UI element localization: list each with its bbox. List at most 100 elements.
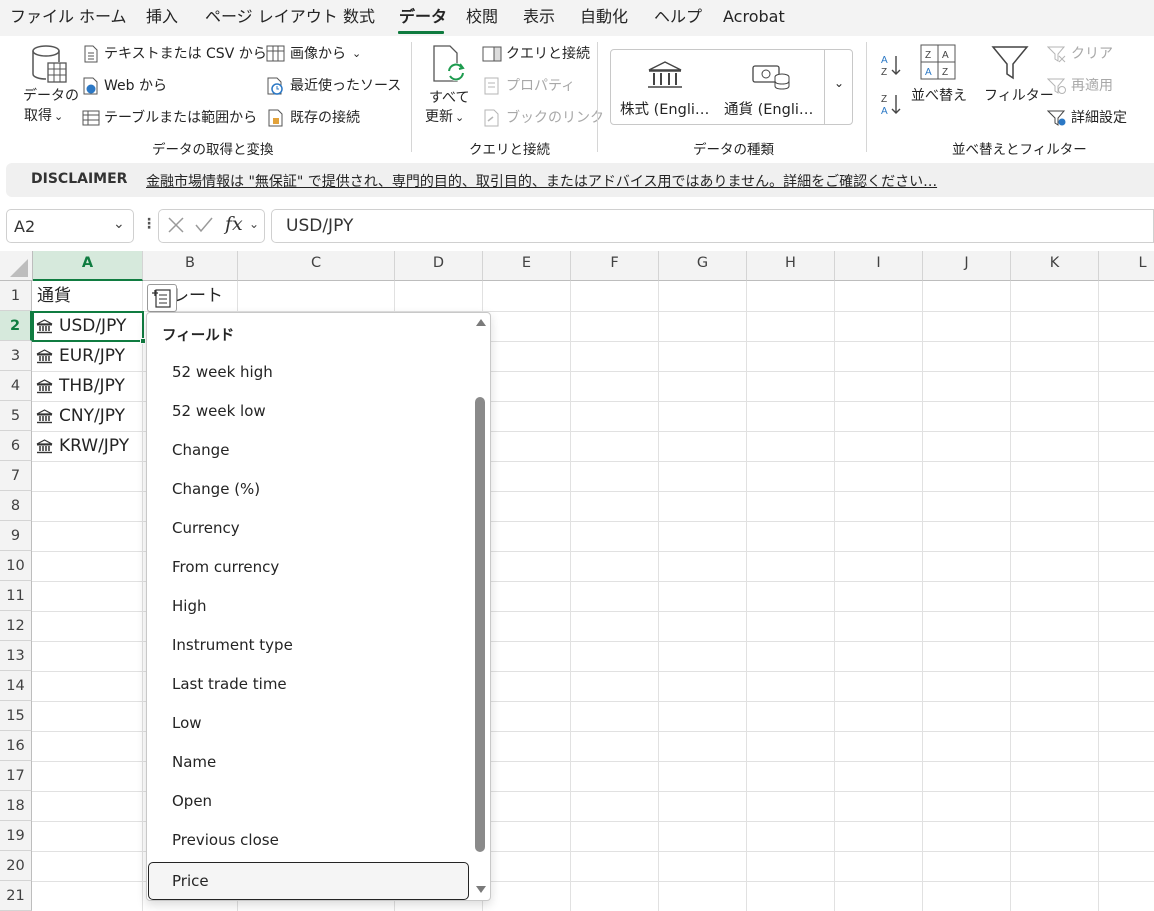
sort-ascending-button[interactable]: AZ [879,52,905,78]
cell-a3[interactable]: EUR/JPY [36,341,125,371]
tab-review[interactable]: 校閲 [466,6,498,28]
reapply-button[interactable]: 再適用 [1047,77,1113,95]
column-header-b[interactable]: B [143,251,238,281]
tab-page-layout[interactable]: ページ レイアウト [205,6,338,28]
column-header-f[interactable]: F [571,251,659,281]
row-header-12[interactable]: 12 [0,611,32,641]
tab-data[interactable]: データ [399,6,447,28]
insert-data-button[interactable] [147,284,177,312]
row-header-19[interactable]: 19 [0,821,32,851]
row-header-15[interactable]: 15 [0,701,32,731]
cell-b1[interactable]: レート [172,281,223,311]
row-header-14[interactable]: 14 [0,671,32,701]
tab-formulas[interactable]: 数式 [343,6,375,28]
formula-input[interactable]: USD/JPY [271,209,1154,243]
row-header-4[interactable]: 4 [0,371,32,401]
recent-sources-button[interactable]: 最近使ったソース [266,77,401,95]
field-option[interactable]: Low [172,713,202,733]
column-header-k[interactable]: K [1011,251,1099,281]
tab-automate[interactable]: 自動化 [580,6,628,28]
scroll-down-arrow-icon[interactable] [475,885,487,895]
column-header-j[interactable]: J [923,251,1011,281]
data-types-more-button[interactable]: ⌄ [824,50,853,124]
column-header-d[interactable]: D [395,251,483,281]
chevron-down-icon[interactable]: ⌄ [113,216,125,232]
advanced-filter-button[interactable]: 詳細設定 [1047,109,1127,127]
get-data-button[interactable]: データの 取得 ⌄ [18,44,79,126]
row-header-18[interactable]: 18 [0,791,32,821]
properties-button[interactable]: プロパティ [482,77,575,95]
field-option[interactable]: Last trade time [172,674,287,694]
cell-a2[interactable]: USD/JPY [36,311,126,341]
enter-icon[interactable] [194,215,214,235]
column-header-i[interactable]: I [835,251,923,281]
sort-button[interactable]: ZAAZ 並べ替え [908,44,968,110]
row-header-1[interactable]: 1 [0,281,32,311]
insert-function-icon[interactable]: fx [225,213,243,235]
row-header-2[interactable]: 2 [0,311,32,341]
row-header-21[interactable]: 21 [0,881,32,911]
cell-a6[interactable]: KRW/JPY [36,431,129,461]
field-option[interactable]: From currency [172,557,279,577]
row-header-11[interactable]: 11 [0,581,32,611]
row-header-10[interactable]: 10 [0,551,32,581]
from-text-csv-button[interactable]: テキストまたは CSV から [82,45,267,63]
scrollbar-thumb[interactable] [475,397,485,852]
row-header-5[interactable]: 5 [0,401,32,431]
cell-a5[interactable]: CNY/JPY [36,401,125,431]
tab-insert[interactable]: 挿入 [146,6,178,28]
column-header-h[interactable]: H [747,251,835,281]
row-header-17[interactable]: 17 [0,761,32,791]
column-header-a[interactable]: A [33,251,143,281]
field-option[interactable]: Currency [172,518,240,538]
from-web-button[interactable]: Web から [82,77,167,95]
row-header-3[interactable]: 3 [0,341,32,371]
field-option[interactable]: Previous close [172,830,279,850]
tab-view[interactable]: 表示 [523,6,555,28]
sort-descending-button[interactable]: ZA [879,91,905,117]
column-header-c[interactable]: C [238,251,395,281]
disclaimer-link[interactable]: 金融市場情報は "無保証" で提供され、専門的目的、取引目的、またはアドバイス用… [146,171,937,191]
stocks-data-type-button[interactable]: 株式 (Engli… [613,52,719,122]
field-option[interactable]: Name [172,752,216,772]
tab-file[interactable]: ファイル [10,6,74,28]
currencies-data-type-button[interactable]: 通貨 (Engli… [721,52,827,122]
filter-button[interactable]: フィルター [981,44,1054,110]
field-option[interactable]: 52 week high [172,362,273,382]
refresh-all-button[interactable]: すべて 更新 ⌄ [420,44,478,128]
field-option[interactable]: High [172,596,206,616]
row-header-7[interactable]: 7 [0,461,32,491]
field-option[interactable]: Change [172,440,229,460]
select-all-corner[interactable] [0,251,33,281]
chevron-down-icon[interactable]: ⌄ [249,217,259,231]
column-header-g[interactable]: G [659,251,747,281]
row-header-8[interactable]: 8 [0,491,32,521]
field-option-highlighted[interactable]: Price [148,862,469,900]
tab-home[interactable]: ホーム [79,6,127,28]
book-links-button[interactable]: ブックのリンク [482,109,604,127]
cell-a1[interactable]: 通貨 [37,281,71,311]
from-picture-button[interactable]: 画像から ⌄ [266,45,361,63]
existing-connections-button[interactable]: 既存の接続 [266,109,360,127]
cancel-icon[interactable] [166,215,186,235]
column-header-e[interactable]: E [483,251,571,281]
row-header-20[interactable]: 20 [0,851,32,881]
field-option[interactable]: Open [172,791,212,811]
row-header-9[interactable]: 9 [0,521,32,551]
row-header-13[interactable]: 13 [0,641,32,671]
clear-filter-button[interactable]: クリア [1047,45,1113,63]
name-box[interactable]: A2 ⌄ [6,209,134,243]
tab-help[interactable]: ヘルプ [654,6,702,28]
row-header-16[interactable]: 16 [0,731,32,761]
field-option[interactable]: Instrument type [172,635,293,655]
field-option[interactable]: Change (%) [172,479,260,499]
queries-connections-button[interactable]: クエリと接続 [482,45,590,63]
more-options-icon[interactable]: ⋮ [142,216,156,232]
row-header-6[interactable]: 6 [0,431,32,461]
cell-a4[interactable]: THB/JPY [36,371,125,401]
from-table-button[interactable]: テーブルまたは範囲から [82,109,257,127]
field-option[interactable]: 52 week low [172,401,266,421]
column-header-l[interactable]: L [1099,251,1154,281]
tab-acrobat[interactable]: Acrobat [723,6,785,28]
scroll-up-arrow-icon[interactable] [475,317,487,327]
